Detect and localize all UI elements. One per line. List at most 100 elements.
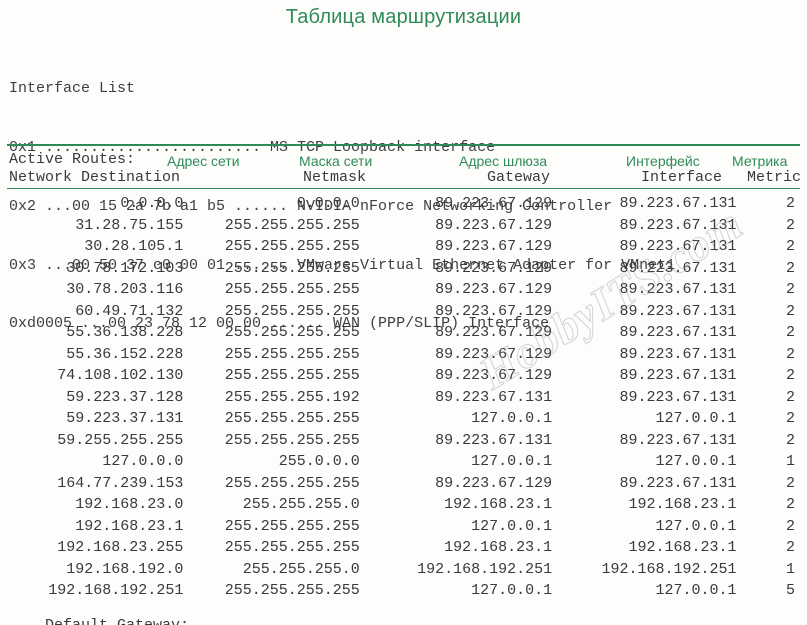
cell-netmask: 255.255.255.255 (224, 474, 360, 492)
cell-gateway: 89.223.67.129 (435, 367, 553, 384)
cell-interface: 127.0.0.1 (655, 453, 737, 470)
header-divider (7, 188, 800, 189)
cell-metric: 2 (785, 388, 795, 406)
cell-netmask: 255.255.255.255 (224, 539, 360, 556)
cell-gateway: 89.223.67.129 (435, 474, 553, 492)
cell-interface: 192.168.23.1 (628, 496, 737, 513)
default-gateway-label: Default Gateway: (45, 617, 189, 625)
table-row: 0.0.0.0 0.0.0.0 89.223.67.129 89.223.67.131… (9, 193, 801, 215)
table-row: 31.28.75.155 255.255.255.255 89.223.67.129… (9, 215, 801, 237)
header-en-gateway: Gateway (487, 169, 551, 186)
cell-netmask: 255.255.255.255 (224, 410, 360, 427)
section-divider-top (7, 144, 800, 146)
cell-netmask: 0.0.0.0 (296, 195, 360, 212)
cell-interface: 89.223.67.131 (619, 324, 737, 341)
cell-interface: 89.223.67.131 (619, 302, 737, 320)
cell-metric: 1 (785, 560, 795, 578)
cell-gateway: 89.223.67.129 (435, 238, 553, 255)
cell-metric: 1 (785, 453, 795, 470)
table-row: 55.36.138.228 255.255.255.255 89.223.67.12… (9, 322, 801, 344)
header-ru-network-destination: Адрес сети (167, 153, 240, 169)
cell-metric: 2 (785, 302, 795, 320)
table-row: 164.77.239.153 255.255.255.255 89.223.67.1… (9, 473, 801, 495)
cell-gateway: 127.0.0.1 (471, 517, 553, 535)
cell-network-destination: 55.36.152.228 (66, 345, 184, 363)
active-routes-label: Active Routes: (9, 151, 136, 168)
header-en-interface: Interface (641, 169, 723, 186)
table-row: 59.255.255.255 255.255.255.255 89.223.67.1… (9, 430, 801, 452)
cell-network-destination: 31.28.75.155 (75, 216, 184, 234)
cell-gateway: 89.223.67.129 (435, 302, 553, 320)
cell-metric: 2 (785, 517, 795, 535)
cell-netmask: 255.255.255.255 (224, 238, 360, 255)
cell-metric: 5 (785, 582, 795, 599)
cell-network-destination: 0.0.0.0 (120, 195, 184, 212)
active-routes-table: 0.0.0.0 0.0.0.0 89.223.67.129 89.223.67.131… (9, 193, 801, 602)
cell-netmask: 255.255.255.255 (224, 216, 360, 234)
header-ru-metric: Метрика (732, 153, 788, 169)
cell-network-destination: 30.28.105.1 (84, 238, 184, 255)
cell-netmask: 255.255.255.255 (224, 431, 360, 449)
cell-netmask: 255.255.255.255 (224, 302, 360, 320)
cell-network-destination: 30.78.203.116 (66, 281, 184, 298)
header-en-metric: Metric (747, 169, 802, 186)
cell-gateway: 127.0.0.1 (471, 453, 553, 470)
cell-netmask: 255.0.0.0 (278, 453, 360, 470)
page-title: Таблица маршрутизации (285, 6, 522, 28)
cell-metric: 2 (785, 496, 795, 513)
cell-metric: 2 (785, 238, 795, 255)
cell-netmask: 255.255.255.255 (224, 324, 360, 341)
cell-network-destination: 127.0.0.0 (102, 453, 184, 470)
cell-metric: 2 (785, 367, 795, 384)
table-row: 60.49.71.132 255.255.255.255 89.223.67.129… (9, 301, 801, 323)
header-ru-gateway: Адрес шлюза (459, 153, 548, 169)
cell-interface: 89.223.67.131 (619, 216, 737, 234)
cell-gateway: 192.168.23.1 (444, 539, 553, 556)
cell-interface: 192.168.192.251 (601, 560, 737, 578)
cell-network-destination: 192.168.23.0 (75, 496, 184, 513)
header-en-network-destination: Network Destination (9, 169, 181, 186)
table-row: 59.223.37.131 255.255.255.255 127.0.0.1 127… (9, 408, 801, 430)
cell-metric: 2 (785, 410, 795, 427)
cell-interface: 89.223.67.131 (619, 388, 737, 406)
cell-gateway: 127.0.0.1 (471, 410, 553, 427)
cell-netmask: 255.255.255.192 (224, 388, 360, 406)
cell-gateway: 89.223.67.131 (435, 388, 553, 406)
table-row: 30.78.172.103 255.255.255.255 89.223.67.12… (9, 258, 801, 280)
cell-netmask: 255.255.255.255 (224, 582, 360, 599)
cell-network-destination: 59.223.37.131 (66, 410, 184, 427)
cell-netmask: 255.255.255.255 (224, 517, 360, 535)
cell-interface: 127.0.0.1 (655, 582, 737, 599)
cell-network-destination: 192.168.192.0 (66, 560, 184, 578)
cell-interface: 192.168.23.1 (628, 539, 737, 556)
cell-interface: 89.223.67.131 (619, 259, 737, 277)
cell-gateway: 89.223.67.129 (435, 216, 553, 234)
cell-netmask: 255.255.255.0 (242, 560, 360, 578)
cell-gateway: 89.223.67.129 (435, 345, 553, 363)
cell-metric: 2 (785, 345, 795, 363)
cell-interface: 127.0.0.1 (655, 410, 737, 427)
active-routes-body: 0.0.0.0 0.0.0.0 89.223.67.129 89.223.67.131… (9, 193, 801, 602)
cell-interface: 89.223.67.131 (619, 474, 737, 492)
table-row: 74.108.102.130 255.255.255.255 89.223.67.1… (9, 365, 801, 387)
table-row: 192.168.23.1 255.255.255.255 127.0.0.1 127.… (9, 516, 801, 538)
routing-table-page: Таблица маршрутизации Interface List 0x1… (0, 0, 807, 625)
header-row-russian: Active Routes: Адрес сети Маска сети Адр… (9, 150, 801, 169)
cell-gateway: 89.223.67.131 (435, 431, 553, 449)
cell-interface: 89.223.67.131 (619, 431, 737, 449)
cell-gateway: 89.223.67.129 (435, 281, 553, 298)
cell-interface: 89.223.67.131 (619, 345, 737, 363)
table-row: 192.168.192.251 255.255.255.255 127.0.0.1 1… (9, 580, 801, 602)
cell-metric: 2 (785, 324, 795, 341)
cell-metric: 2 (785, 216, 795, 234)
cell-interface: 127.0.0.1 (655, 517, 737, 535)
header-ru-netmask: Маска сети (299, 153, 373, 169)
cell-network-destination: 192.168.192.251 (48, 582, 184, 599)
cell-netmask: 255.255.255.255 (224, 259, 360, 277)
cell-network-destination: 60.49.71.132 (75, 302, 184, 320)
cell-gateway: 192.168.23.1 (444, 496, 553, 513)
cell-metric: 2 (785, 195, 795, 212)
cell-netmask: 255.255.255.0 (242, 496, 360, 513)
cell-interface: 89.223.67.131 (619, 367, 737, 384)
table-row: 30.28.105.1 255.255.255.255 89.223.67.129 8… (9, 236, 801, 258)
